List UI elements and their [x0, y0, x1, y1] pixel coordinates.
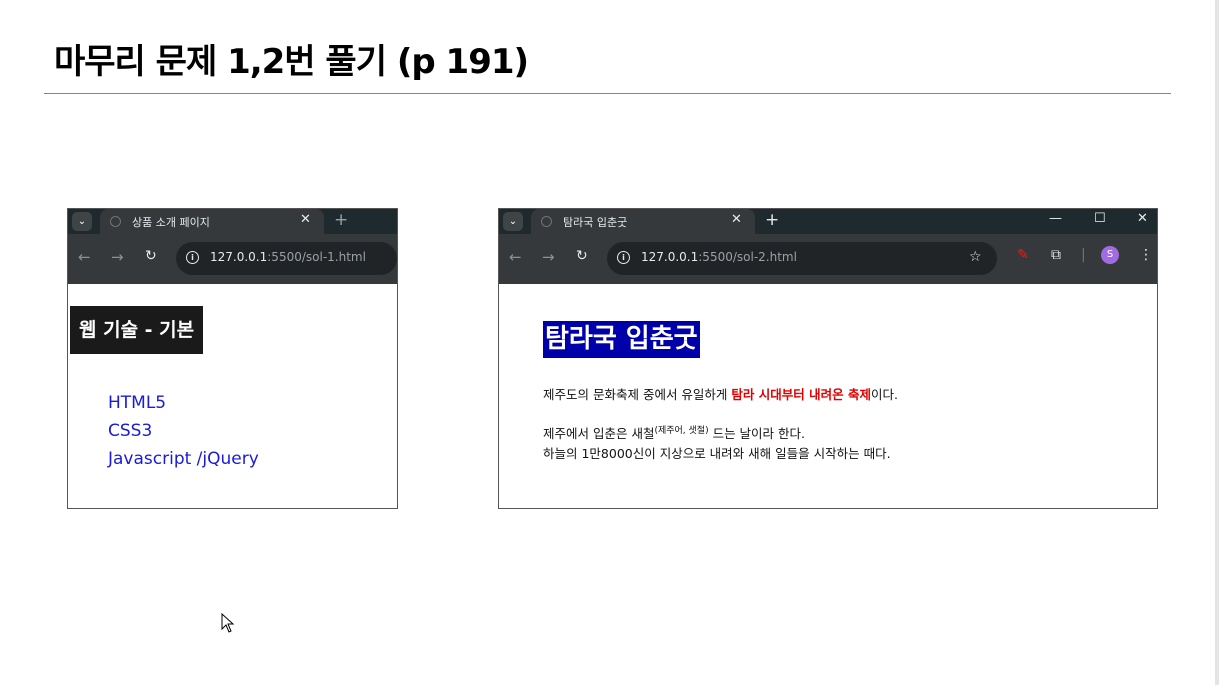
- paragraph-2: 제주에서 입춘은 새철(제주어, 샛절) 드는 날이라 한다. 하늘의 1만80…: [543, 421, 891, 464]
- globe-icon: [541, 216, 552, 227]
- plus-icon[interactable]: +: [334, 210, 348, 230]
- scrollbar[interactable]: [1215, 0, 1219, 685]
- close-icon[interactable]: ✕: [300, 212, 311, 227]
- close-icon[interactable]: ✕: [731, 212, 742, 227]
- url-text: 127.0.0.1:5500/sol-1.html: [210, 250, 366, 264]
- toolbar-separator: |: [1081, 247, 1086, 263]
- browser-window-sol-2: ⌄ 탐라국 입춘굿 ✕ + — ☐ ✕ ← → ↻ i 127.0.0.1:55…: [498, 208, 1158, 509]
- paragraph-line: 하늘의 1만8000신이 지상으로 내려와 새해 일들을 시작하는 때다.: [543, 446, 891, 461]
- maximize-icon[interactable]: ☐: [1094, 211, 1106, 226]
- url-text: 127.0.0.1:5500/sol-2.html: [641, 250, 797, 264]
- list-item: CSS3: [108, 421, 153, 441]
- paragraph-1: 제주도의 문화축제 중에서 유일하게 탐라 시대부터 내려온 축제이다.: [543, 385, 898, 405]
- tab-tamra[interactable]: 탐라국 입춘굿 ✕: [531, 209, 755, 234]
- url-path: :5500/sol-1.html: [267, 250, 366, 264]
- page-heading: 웹 기술 - 기본: [70, 306, 204, 354]
- reload-icon[interactable]: ↻: [145, 248, 157, 264]
- tab-bar: ⌄ 상품 소개 페이지 ✕ +: [68, 209, 397, 234]
- page-content: 웹 기술 - 기본 HTML5 CSS3 Javascript /jQuery: [68, 284, 397, 508]
- globe-icon: [110, 216, 121, 227]
- star-icon[interactable]: ☆: [969, 249, 982, 265]
- chevron-down-icon[interactable]: ⌄: [503, 212, 523, 231]
- tab-product-page[interactable]: 상품 소개 페이지 ✕: [100, 209, 324, 234]
- paragraph-line: 제주에서 입춘은 새철(제주어, 샛절) 드는 날이라 한다.: [543, 421, 891, 444]
- tab-bar: ⌄ 탐라국 입춘굿 ✕ + — ☐ ✕: [499, 209, 1157, 234]
- paragraph-text: 이다.: [870, 387, 898, 402]
- arrow-left-icon[interactable]: ←: [78, 248, 91, 266]
- chevron-down-icon[interactable]: ⌄: [72, 212, 92, 231]
- paragraph-text: 제주에서 입춘은 새철: [543, 426, 655, 441]
- url-path: :5500/sol-2.html: [698, 250, 797, 264]
- info-icon[interactable]: i: [617, 251, 630, 264]
- close-window-icon[interactable]: ✕: [1137, 211, 1148, 226]
- kebab-menu-icon[interactable]: ⋮: [1139, 247, 1153, 263]
- arrow-left-icon[interactable]: ←: [509, 248, 522, 266]
- slide-title: 마무리 문제 1,2번 풀기 (p 191): [54, 42, 529, 82]
- address-bar[interactable]: i 127.0.0.1:5500/sol-2.html ☆: [607, 242, 997, 275]
- avatar[interactable]: S: [1101, 246, 1119, 264]
- minimize-icon[interactable]: —: [1049, 211, 1062, 226]
- tech-list: HTML5 CSS3 Javascript /jQuery: [108, 389, 259, 473]
- browser-window-sol-1: ⌄ 상품 소개 페이지 ✕ + ← → ↻ i 127.0.0.1:5500/s…: [67, 208, 398, 509]
- page-content: 탐라국 입춘굿 제주도의 문화축제 중에서 유일하게 탐라 시대부터 내려온 축…: [499, 284, 1157, 508]
- arrow-right-icon[interactable]: →: [542, 248, 555, 266]
- info-icon[interactable]: i: [186, 251, 199, 264]
- reload-icon[interactable]: ↻: [576, 248, 588, 264]
- list-item: Javascript /jQuery: [108, 449, 259, 469]
- puzzle-icon[interactable]: ⧉: [1051, 247, 1061, 263]
- pen-icon[interactable]: ✎: [1017, 247, 1029, 263]
- toolbar: ← → ↻ i 127.0.0.1:5500/sol-2.html ☆ ✎ ⧉ …: [499, 234, 1157, 284]
- url-host: 127.0.0.1: [210, 250, 268, 264]
- tab-title: 탐라국 입춘굿: [563, 216, 628, 229]
- tab-title: 상품 소개 페이지: [132, 216, 210, 229]
- paragraph-text: 제주도의 문화축제 중에서 유일하게: [543, 387, 732, 402]
- page-heading: 탐라국 입춘굿: [543, 321, 700, 358]
- superscript-text: (제주어, 샛절): [654, 426, 709, 436]
- arrow-right-icon[interactable]: →: [111, 248, 124, 266]
- toolbar: ← → ↻ i 127.0.0.1:5500/sol-1.html: [68, 234, 397, 284]
- plus-icon[interactable]: +: [765, 210, 779, 230]
- list-item: HTML5: [108, 393, 167, 413]
- address-bar[interactable]: i 127.0.0.1:5500/sol-1.html: [176, 242, 397, 275]
- emphasis-text: 탐라 시대부터 내려온 축제: [731, 387, 871, 402]
- url-host: 127.0.0.1: [641, 250, 699, 264]
- title-divider: [44, 93, 1171, 94]
- mouse-cursor-icon: [221, 613, 235, 633]
- paragraph-text: 드는 날이라 한다.: [708, 426, 806, 441]
